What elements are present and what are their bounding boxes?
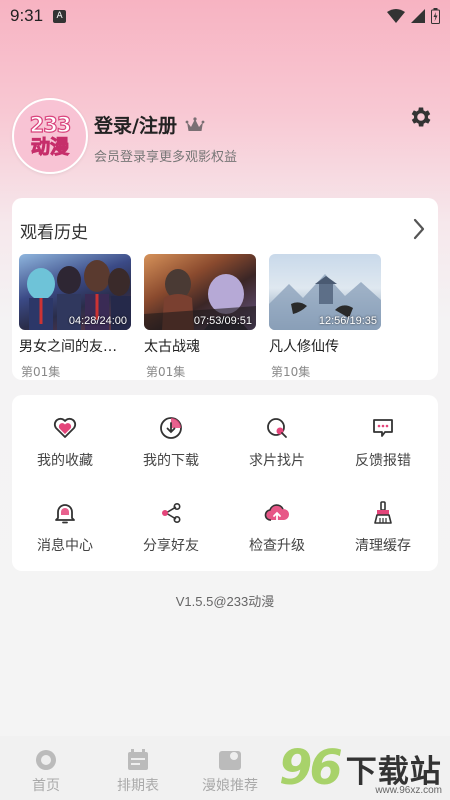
watermark-number: 96 — [279, 740, 343, 796]
calendar-icon — [128, 749, 148, 770]
menu-label: 我的收藏 — [37, 453, 93, 469]
feedback-icon — [373, 419, 393, 437]
nav-schedule[interactable]: 排期表 — [92, 736, 184, 800]
bell-icon — [55, 504, 75, 524]
watermark-logo: 96 下载站 www.96xz.com — [275, 736, 450, 800]
chevron-right-icon[interactable] — [412, 218, 426, 240]
member-subtitle: 会员登录享更多观影权益 — [94, 150, 238, 165]
watch-history-card: 观看历史 04:28/24:00 男女之间的友… 第01集 07:53/09:5… — [12, 198, 438, 380]
broom-icon — [374, 501, 392, 524]
search-film-icon — [267, 418, 287, 438]
battery-icon — [431, 8, 440, 24]
video-duration: 07:53/09:51 — [193, 315, 252, 327]
video-thumbnail: 12:56/19:35 — [269, 254, 381, 330]
signal-icon — [411, 9, 425, 23]
menu-messages[interactable]: 消息中心 — [12, 500, 118, 555]
menu-label: 求片找片 — [249, 453, 305, 469]
video-title: 男女之间的友… — [19, 339, 117, 355]
avatar-text-233: 233 — [29, 113, 72, 137]
menu-share[interactable]: 分享好友 — [118, 500, 224, 555]
menu-request-film[interactable]: 求片找片 — [224, 415, 330, 470]
menu-downloads[interactable]: 我的下载 — [118, 415, 224, 470]
nav-recommend[interactable]: 漫娘推荐 — [184, 736, 276, 800]
nav-label: 漫娘推荐 — [202, 778, 258, 794]
upgrade-cloud-icon — [264, 504, 290, 522]
crown-icon — [185, 116, 205, 131]
video-episode: 第01集 — [146, 365, 186, 379]
avatar[interactable]: 233 动漫 — [12, 98, 88, 174]
notification-a-icon: A — [53, 9, 67, 23]
nav-label: 排期表 — [117, 778, 159, 794]
menu-label: 消息中心 — [37, 538, 93, 554]
status-time: 9:31 — [10, 6, 44, 25]
menu-clear-cache[interactable]: 清理缓存 — [330, 500, 436, 555]
watermark-url: www.96xz.com — [375, 785, 442, 796]
video-episode: 第10集 — [271, 365, 311, 379]
menu-feedback[interactable]: 反馈报错 — [330, 415, 436, 470]
menu-label: 检查升级 — [249, 538, 305, 554]
function-menu-card: 我的收藏 我的下载 求片找片 反馈报错 消息中心 分享好友 检查升级 清理缓存 — [12, 395, 438, 571]
video-title: 凡人修仙传 — [269, 339, 339, 355]
home-icon — [36, 750, 56, 770]
watch-history-title: 观看历史 — [20, 223, 88, 243]
heart-icon — [53, 417, 77, 438]
video-episode: 第01集 — [21, 365, 61, 379]
menu-label: 分享好友 — [143, 538, 199, 554]
video-title: 太古战魂 — [144, 339, 200, 355]
nav-home[interactable]: 首页 — [0, 736, 92, 800]
login-register-label: 登录/注册 — [94, 115, 177, 137]
wifi-icon — [387, 9, 405, 23]
share-icon — [162, 502, 181, 523]
menu-label: 我的下载 — [143, 453, 199, 469]
video-thumbnail: 04:28/24:00 — [19, 254, 131, 330]
video-thumbnail: 07:53/09:51 — [144, 254, 256, 330]
watermark-text: 下载站 — [345, 753, 442, 790]
avatar-text-anime: 动漫 — [30, 136, 69, 159]
download-icon — [160, 417, 182, 439]
login-register-link[interactable]: 登录/注册 — [94, 111, 205, 138]
video-duration: 04:28/24:00 — [68, 315, 127, 327]
gear-icon[interactable] — [408, 104, 434, 130]
history-video-item[interactable]: 12:56/19:35 凡人修仙传 第10集 — [269, 254, 383, 380]
history-video-item[interactable]: 07:53/09:51 太古战魂 第01集 — [144, 254, 258, 380]
nav-label: 首页 — [32, 778, 60, 794]
history-video-item[interactable]: 04:28/24:00 男女之间的友… 第01集 — [19, 254, 133, 380]
menu-label: 反馈报错 — [355, 453, 411, 469]
app-version: V1.5.5@233动漫 — [175, 594, 275, 609]
menu-check-update[interactable]: 检查升级 — [224, 500, 330, 555]
menu-label: 清理缓存 — [355, 538, 411, 554]
status-icons — [387, 8, 440, 24]
menu-favorites[interactable]: 我的收藏 — [12, 415, 118, 470]
status-bar: 9:31 A — [0, 0, 450, 32]
profile-section: 233 动漫 登录/注册 会员登录享更多观影权益 — [12, 98, 438, 178]
recommend-icon — [219, 751, 241, 770]
video-duration: 12:56/19:35 — [318, 315, 377, 327]
